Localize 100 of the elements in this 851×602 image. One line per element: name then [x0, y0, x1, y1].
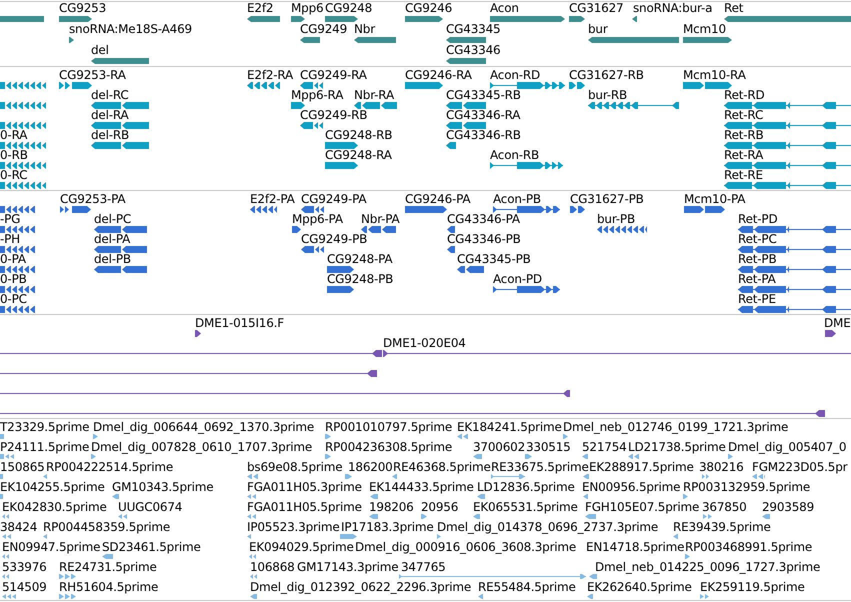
est-glyph[interactable] — [0, 454, 15, 458]
gene-glyph[interactable] — [291, 16, 305, 22]
clone-glyph[interactable] — [0, 390, 570, 396]
clone-glyph[interactable] — [0, 350, 382, 356]
protein-glyph[interactable] — [405, 206, 447, 212]
protein-glyph[interactable] — [447, 226, 455, 232]
gene-glyph[interactable] — [91, 58, 149, 64]
est-glyph[interactable] — [582, 454, 588, 458]
est-glyph[interactable] — [369, 514, 378, 518]
est-glyph[interactable] — [628, 454, 640, 458]
est-glyph[interactable] — [525, 454, 532, 458]
est-glyph[interactable] — [0, 474, 3, 478]
protein-glyph[interactable] — [738, 226, 851, 232]
protein-glyph[interactable] — [0, 306, 35, 312]
est-glyph[interactable] — [325, 434, 331, 438]
protein-glyph[interactable] — [327, 286, 354, 292]
protein-glyph[interactable] — [597, 226, 647, 232]
est-glyph[interactable] — [583, 494, 588, 498]
est-glyph[interactable] — [102, 554, 113, 558]
gene-glyph[interactable] — [325, 16, 358, 22]
est-glyph[interactable] — [118, 514, 127, 518]
protein-glyph[interactable] — [493, 206, 560, 212]
protein-glyph[interactable] — [447, 246, 455, 252]
est-glyph[interactable] — [43, 474, 47, 478]
protein-glyph[interactable] — [301, 246, 324, 252]
gene-glyph[interactable] — [588, 37, 679, 43]
protein-glyph[interactable] — [684, 206, 725, 212]
est-glyph[interactable] — [91, 454, 96, 458]
transcript-glyph[interactable] — [91, 122, 149, 128]
protein-glyph[interactable] — [570, 206, 585, 212]
transcript-glyph[interactable] — [724, 142, 851, 148]
protein-glyph[interactable] — [0, 206, 35, 212]
protein-glyph[interactable] — [493, 286, 560, 292]
clone-glyph[interactable] — [383, 350, 851, 356]
est-glyph[interactable] — [587, 594, 593, 598]
est-glyph[interactable] — [563, 434, 568, 438]
gene-glyph[interactable] — [247, 16, 280, 22]
est-glyph[interactable] — [2, 534, 12, 538]
est-glyph[interactable] — [399, 574, 586, 578]
transcript-glyph[interactable] — [588, 102, 679, 108]
est-glyph[interactable] — [247, 494, 257, 498]
est-glyph[interactable] — [59, 574, 77, 578]
gene-glyph[interactable] — [300, 37, 320, 43]
gene-glyph[interactable] — [59, 16, 92, 22]
est-glyph[interactable] — [0, 434, 4, 438]
protein-glyph[interactable] — [0, 266, 35, 272]
protein-glyph[interactable] — [301, 206, 324, 212]
est-glyph[interactable] — [703, 514, 712, 518]
est-glyph[interactable] — [247, 514, 257, 518]
transcript-glyph[interactable] — [0, 82, 46, 88]
est-glyph[interactable] — [2, 574, 10, 578]
transcript-glyph[interactable] — [0, 162, 46, 168]
est-glyph[interactable] — [473, 454, 482, 458]
protein-glyph[interactable] — [60, 206, 91, 212]
protein-glyph[interactable] — [738, 246, 851, 252]
transcript-glyph[interactable] — [0, 142, 46, 148]
est-glyph[interactable] — [683, 494, 688, 498]
est-glyph[interactable] — [437, 534, 441, 538]
transcript-glyph[interactable] — [724, 162, 851, 168]
est-glyph[interactable] — [325, 454, 331, 458]
gene-glyph[interactable] — [490, 16, 565, 22]
gene-glyph[interactable] — [354, 37, 396, 43]
gene-glyph[interactable] — [683, 37, 732, 43]
transcript-glyph[interactable] — [91, 102, 149, 108]
protein-glyph[interactable] — [738, 266, 851, 272]
est-glyph[interactable] — [585, 514, 596, 518]
transcript-glyph[interactable] — [405, 82, 443, 88]
transcript-glyph[interactable] — [325, 142, 358, 148]
est-glyph[interactable] — [370, 494, 378, 498]
transcript-glyph[interactable] — [91, 142, 149, 148]
est-glyph[interactable] — [247, 534, 251, 538]
gene-glyph[interactable] — [69, 37, 74, 43]
est-glyph[interactable] — [2, 594, 17, 598]
est-glyph[interactable] — [0, 494, 3, 498]
est-glyph[interactable] — [43, 534, 47, 538]
transcript-glyph[interactable] — [0, 102, 46, 108]
est-glyph[interactable] — [59, 594, 77, 598]
clone-glyph[interactable] — [825, 330, 836, 336]
transcript-glyph[interactable] — [0, 122, 46, 128]
transcript-glyph[interactable] — [354, 102, 397, 108]
est-glyph[interactable] — [673, 534, 678, 538]
protein-glyph[interactable] — [361, 226, 396, 232]
transcript-glyph[interactable] — [683, 82, 732, 88]
protein-glyph[interactable] — [738, 306, 851, 312]
est-glyph[interactable] — [477, 494, 485, 498]
est-glyph[interactable] — [345, 474, 352, 478]
protein-glyph[interactable] — [327, 266, 354, 272]
transcript-glyph[interactable] — [325, 162, 358, 168]
protein-glyph[interactable] — [0, 246, 35, 252]
transcript-glyph[interactable] — [446, 102, 486, 108]
transcript-glyph[interactable] — [490, 82, 565, 88]
transcript-glyph[interactable] — [300, 122, 323, 128]
est-glyph[interactable] — [473, 514, 480, 518]
gene-glyph[interactable] — [405, 16, 443, 22]
transcript-glyph[interactable] — [291, 102, 305, 108]
est-glyph[interactable] — [112, 494, 119, 498]
protein-glyph[interactable] — [738, 286, 851, 292]
gene-glyph[interactable] — [446, 37, 486, 43]
transcript-glyph[interactable] — [490, 162, 563, 168]
protein-glyph[interactable] — [292, 226, 301, 232]
